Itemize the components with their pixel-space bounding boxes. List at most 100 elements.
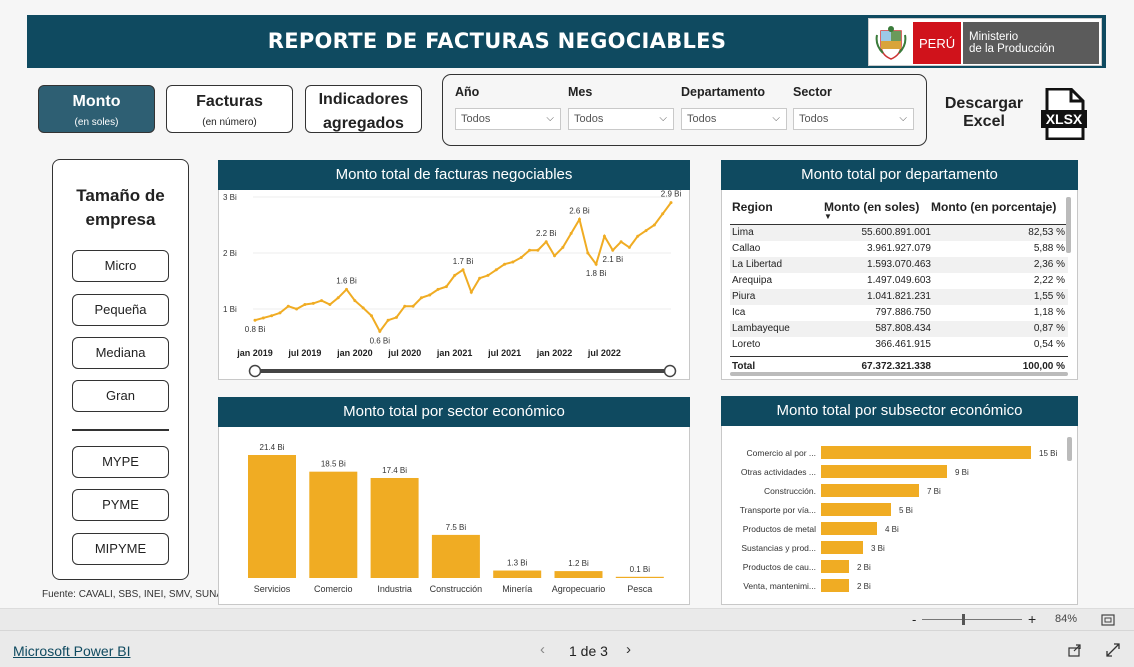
tab-indicadores[interactable]: Indicadores agregados [305, 85, 422, 133]
data-point [486, 273, 490, 277]
table-row[interactable]: La Libertad 1.593.070.463 2,36 % [730, 257, 1068, 273]
cell-amount: 55.600.891.001 [861, 227, 931, 238]
bar[interactable] [821, 484, 919, 497]
bar-label: 1.3 Bi [507, 559, 528, 568]
next-page-icon[interactable]: › [626, 641, 631, 658]
filter-sector-select[interactable]: Todos ⌵ [793, 108, 914, 130]
column-header-amount[interactable]: Monto (en soles) [824, 200, 919, 214]
zoom-out-button[interactable]: - [912, 612, 916, 627]
series-line [254, 202, 672, 334]
bar[interactable] [821, 541, 863, 554]
table-row[interactable]: Callao 3.961.927.079 5,88 % [730, 241, 1068, 257]
department-table: Region Monto (en soles) ▼ Monto (en porc… [730, 197, 1068, 376]
category-label: Pesca [627, 584, 652, 594]
bar[interactable] [821, 465, 947, 478]
data-point [345, 287, 349, 291]
bar[interactable] [309, 471, 358, 578]
powerbi-footer: Microsoft Power BI ‹ 1 de 3 › [0, 630, 1134, 667]
zoom-in-button[interactable]: + [1028, 611, 1036, 627]
bar[interactable] [821, 579, 849, 592]
prev-page-icon[interactable]: ‹ [540, 641, 545, 658]
filter-month-select[interactable]: Todos ⌵ [568, 108, 674, 130]
sector-chart-title: Monto total por sector económico [218, 397, 690, 427]
data-point [311, 301, 315, 305]
filter-year-select[interactable]: Todos ⌵ [455, 108, 561, 130]
cell-region: Piura [732, 291, 756, 302]
data-point [544, 240, 548, 244]
bar[interactable] [821, 503, 891, 516]
bar[interactable] [431, 534, 480, 578]
data-point [303, 303, 307, 307]
size-button-gran[interactable]: Gran [72, 380, 169, 412]
source-note: Fuente: CAVALI, SBS, INEI, SMV, SUNAT [42, 589, 229, 600]
bar[interactable] [493, 570, 542, 578]
bar-label: 9 Bi [955, 468, 969, 477]
data-point [428, 293, 432, 297]
filter-department-label: Departamento [681, 85, 766, 99]
download-excel-button[interactable]: Descargar Excel [940, 95, 1028, 131]
bar[interactable] [248, 455, 296, 578]
table-row[interactable]: Arequipa 1.497.049.603 2,22 % [730, 273, 1068, 289]
cell-region: Ica [732, 307, 746, 318]
data-label: 2.6 Bi [569, 206, 590, 215]
column-header-region[interactable]: Region [732, 200, 773, 214]
filter-department-select[interactable]: Todos ⌵ [681, 108, 787, 130]
data-point [627, 245, 631, 249]
subsector-bar-chart: Comercio al por ... 15 Bi Otras actividade… [740, 446, 1057, 592]
size-button-pyme[interactable]: PYME [72, 489, 169, 521]
table-row[interactable]: Piura 1.041.821.231 1,55 % [730, 289, 1068, 305]
status-bar: - + 84% [0, 608, 1134, 630]
powerbi-link[interactable]: Microsoft Power BI [13, 643, 130, 659]
share-icon[interactable] [1068, 643, 1082, 657]
chevron-down-icon: ⌵ [899, 113, 907, 124]
table-scrollbar[interactable] [1066, 197, 1071, 253]
fullscreen-icon[interactable] [1106, 643, 1120, 657]
table-hscrollbar[interactable] [730, 372, 1068, 376]
subsector-scrollbar[interactable] [1067, 437, 1072, 461]
range-slider-start-handle[interactable] [248, 364, 262, 378]
bar-label: 5 Bi [899, 506, 913, 515]
data-point [669, 201, 673, 205]
data-point [503, 262, 507, 266]
size-button-pequena[interactable]: Pequeña [72, 294, 169, 326]
category-label: Servicios [254, 584, 291, 594]
size-button-mype[interactable]: MYPE [72, 446, 169, 478]
tab-facturas[interactable]: Facturas (en número) [166, 85, 293, 133]
category-label: Productos de metal [743, 524, 816, 534]
company-size-title: Tamaño de empresa [53, 184, 188, 232]
size-button-mediana[interactable]: Mediana [72, 337, 169, 369]
tab-monto[interactable]: Monto (en soles) [38, 85, 155, 133]
cell-percent: 2,36 % [1033, 259, 1065, 270]
category-label: Construcción. [764, 486, 816, 496]
page-indicator: 1 de 3 [569, 643, 608, 659]
data-label: 1.6 Bi [336, 276, 357, 285]
filter-department: Departamento Todos ⌵ [681, 85, 787, 130]
size-button-mipyme[interactable]: MIPYME [72, 533, 169, 565]
x-tick-label: jan 2022 [536, 348, 573, 358]
zoom-slider[interactable] [922, 619, 1022, 620]
ministry-logo: PERÚ Ministerio de la Producción [868, 18, 1102, 66]
table-row[interactable]: Lambayeque 587.808.434 0,87 % [730, 321, 1068, 337]
table-row[interactable]: Loreto 366.461.915 0,54 % [730, 337, 1068, 353]
bar[interactable] [615, 576, 664, 578]
column-header-percent[interactable]: Monto (en porcentaje) [931, 200, 1056, 214]
cell-percent: 1,55 % [1033, 291, 1065, 302]
data-label: 1.7 Bi [453, 257, 474, 266]
sector-bar-chart: 21.4 Bi Servicios 18.5 Bi Comercio 17.4 Bi In… [248, 443, 664, 594]
range-slider-end-handle[interactable] [663, 364, 677, 378]
table-row[interactable]: Ica 797.886.750 1,18 % [730, 305, 1068, 321]
tab-facturas-label: Facturas [196, 93, 263, 110]
fit-to-page-icon[interactable] [1101, 614, 1115, 626]
bar[interactable] [554, 571, 603, 578]
xlsx-file-icon[interactable]: XLSX [1041, 88, 1087, 140]
table-row[interactable]: Lima 55.600.891.001 82,53 % [730, 225, 1068, 241]
data-point [469, 290, 473, 294]
size-button-micro[interactable]: Micro [72, 250, 169, 282]
bar[interactable] [821, 522, 877, 535]
bar[interactable] [370, 477, 419, 578]
category-label: Sustancias y prod... [741, 543, 816, 553]
bar[interactable] [821, 560, 849, 573]
data-point [336, 296, 340, 300]
bar[interactable] [821, 446, 1031, 459]
zoom-slider-thumb[interactable] [962, 614, 965, 625]
